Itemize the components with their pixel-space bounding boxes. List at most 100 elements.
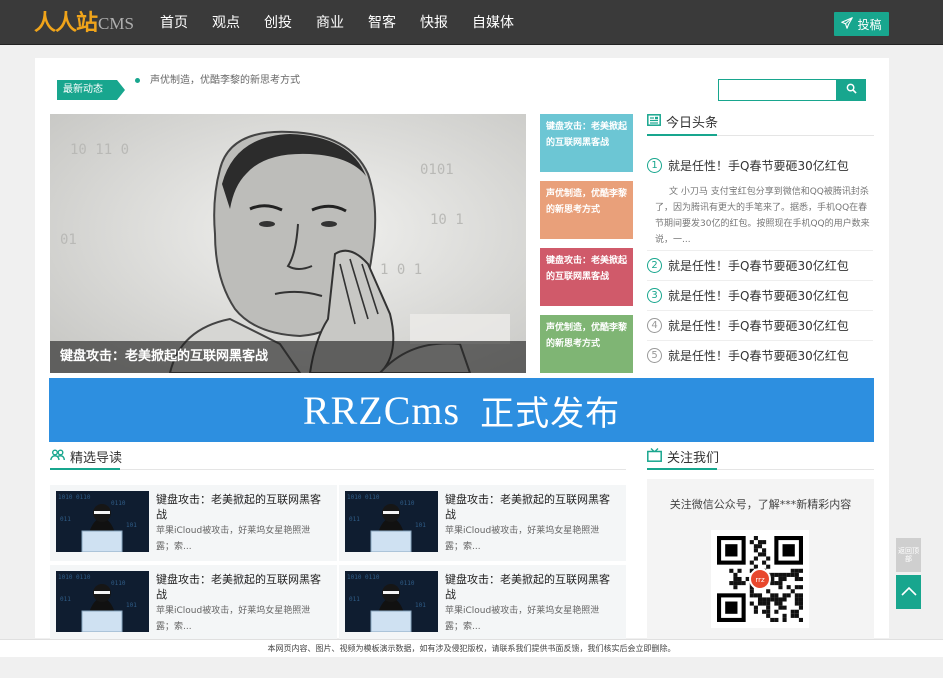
users-icon [50,449,65,465]
card-desc: 苹果iCloud被攻击，好莱坞女星艳照泄露；索... [445,526,600,552]
svg-text:101: 101 [415,602,426,609]
headline-item[interactable]: 1 就是任性！手Q春节要砸30亿红包 [647,151,873,180]
logo-text-cn: 人人站 [34,10,98,36]
hacker-thumbnail: 1010 0110 0110 011 101 [56,571,149,632]
svg-text:1010 0110: 1010 0110 [347,574,380,581]
card-desc: 苹果iCloud被攻击，好莱坞女星艳照泄露；索... [156,606,311,632]
chevron-up-icon [900,585,917,599]
card-title: 键盘攻击：老美掀起的互联网黑客战 [445,573,610,601]
qr-logo-text: rrz [755,576,765,584]
hacker-thumbnail: 1010 0110 0110 011 101 [56,491,149,552]
svg-text:011: 011 [349,596,360,603]
section-underline [647,134,717,136]
svg-text:0110: 0110 [400,580,415,587]
svg-text:1 0 1: 1 0 1 [380,262,422,278]
main-nav: 首页 观点 创投 商业 智客 快报 自媒体 [148,0,526,45]
svg-text:011: 011 [60,516,71,523]
headlines-title: 今日头条 [666,116,719,131]
nav-item-zhike[interactable]: 智客 [356,0,408,45]
bullet-icon [135,77,140,83]
submit-post-label: 投稿 [857,17,882,32]
svg-text:101: 101 [126,522,137,529]
hacker-thumbnail: 1010 0110 0110 011 101 [345,491,438,552]
rank-badge: 4 [647,318,662,333]
headline-summary: 文 小刀马 支付宝红包分享到微信和QQ被腾讯封杀了，因为腾讯有更大的手笔来了。据… [655,187,870,245]
headline-text: 就是任性！手Q春节要砸30亿红包 [668,349,849,363]
promo-banner[interactable]: RRZCms 正式发布 [49,378,874,442]
card-title: 键盘攻击：老美掀起的互联网黑客战 [156,493,321,521]
featured-card[interactable]: 1010 0110 0110 011 101 键盘攻击：老美掀起的互联网黑客战 苹果i… [50,485,337,561]
search-button[interactable] [836,79,866,101]
svg-text:01: 01 [60,232,77,248]
tile-item[interactable]: 键盘攻击：老美掀起的互联网黑客战 [540,248,633,306]
search-input[interactable] [718,79,836,101]
featured-card[interactable]: 1010 0110 0110 011 101 键盘攻击：老美掀起的互联网黑客战 苹果i… [50,565,337,641]
nav-item-venture[interactable]: 创投 [252,0,304,45]
side-float-button[interactable]: 返回顶部 [896,538,921,572]
svg-text:011: 011 [349,516,360,523]
nav-item-we-media[interactable]: 自媒体 [460,0,526,45]
headline-item[interactable]: 4 就是任性！手Q春节要砸30亿红包 [647,311,873,340]
headline-text: 就是任性！手Q春节要砸30亿红包 [668,289,849,303]
follow-text: 关注微信公众号，了解***新精彩内容 [669,498,852,511]
headline-list: 1 就是任性！手Q春节要砸30亿红包 文 小刀马 支付宝红包分享到微信和QQ被腾… [647,151,873,370]
section-underline [647,468,717,470]
headline-text: 就是任性！手Q春节要砸30亿红包 [668,319,849,333]
card-desc: 苹果iCloud被攻击，好莱坞女星艳照泄露；索... [156,526,311,552]
logo-text-en: CMS [98,14,134,33]
featured-header: 精选导读 [50,447,122,466]
featured-title: 精选导读 [70,451,123,466]
section-underline [50,468,120,470]
banner-text-cn: 正式发布 [480,393,621,434]
top-navbar: 人人站 CMS 首页 观点 创投 商业 智客 快报 自媒体 投稿 [0,0,943,45]
rank-badge: 2 [647,258,662,273]
svg-text:1010 0110: 1010 0110 [58,574,91,581]
submit-post-button[interactable]: 投稿 [834,12,889,36]
hero-portrait-image: 10 11 0 0101 10 1 01 1 0 1 [50,114,526,373]
news-ticker[interactable]: 声优制造，优酷李黎的新思考方式 [135,71,435,86]
headline-item[interactable]: 5 就是任性！手Q春节要砸30亿红包 [647,341,873,370]
banner-text-en: RRZCms [302,387,461,433]
svg-text:1010 0110: 1010 0110 [347,494,380,501]
svg-text:0110: 0110 [111,580,126,587]
main-container: 最新动态 声优制造，优酷李黎的新思考方式 10 11 0 0101 10 1 01 1… [35,58,889,641]
card-desc: 苹果iCloud被攻击，好莱坞女星艳照泄露；索... [445,606,600,632]
headline-item[interactable]: 3 就是任性！手Q春节要砸30亿红包 [647,281,873,310]
headline-item[interactable]: 2 就是任性！手Q春节要砸30亿红包 [647,251,873,280]
hero-slide[interactable]: 10 11 0 0101 10 1 01 1 0 1 键盘攻击：老美掀起的互联网黑客战 [50,114,526,373]
latest-news-tag: 最新动态 [57,80,125,100]
divider [50,469,626,470]
nav-item-home[interactable]: 首页 [148,0,200,45]
rank-badge: 3 [647,288,662,303]
tile-item[interactable]: 声优制造，优酷李黎的新思考方式 [540,315,633,373]
nav-item-express[interactable]: 快报 [408,0,460,45]
headline-text: 就是任性！手Q春节要砸30亿红包 [668,159,849,173]
hacker-thumbnail: 1010 0110 0110 011 101 [345,571,438,632]
card-title: 键盘攻击：老美掀起的互联网黑客战 [445,493,610,521]
site-logo[interactable]: 人人站 CMS [34,8,134,36]
paper-plane-icon [841,16,854,32]
search-icon [846,83,857,97]
svg-text:0110: 0110 [111,500,126,507]
svg-text:101: 101 [126,602,137,609]
rank-badge: 5 [647,348,662,363]
wechat-qr-code: rrz [711,530,809,628]
svg-text:0101: 0101 [420,162,454,178]
featured-card[interactable]: 1010 0110 0110 011 101 键盘攻击：老美掀起的互联网黑客战 苹果i… [339,565,626,641]
hero-caption: 键盘攻击：老美掀起的互联网黑客战 [50,341,526,373]
back-to-top-button[interactable] [896,575,921,609]
nav-item-opinion[interactable]: 观点 [200,0,252,45]
follow-box: 关注微信公众号，了解***新精彩内容 rrz [647,479,874,639]
card-title: 键盘攻击：老美掀起的互联网黑客战 [156,573,321,601]
tv-icon [647,447,662,466]
headlines-header: 今日头条 [647,112,718,131]
headline-text: 就是任性！手Q春节要砸30亿红包 [668,259,849,273]
nav-item-business[interactable]: 商业 [304,0,356,45]
ticker-text: 声优制造，优酷李黎的新思考方式 [150,75,300,86]
tile-item[interactable]: 键盘攻击：老美掀起的互联网黑客战 [540,114,633,172]
featured-card[interactable]: 1010 0110 0110 011 101 键盘攻击：老美掀起的互联网黑客战 苹果i… [339,485,626,561]
follow-header: 关注我们 [647,447,719,466]
svg-text:10 11 0: 10 11 0 [70,142,129,158]
svg-text:10 1: 10 1 [430,212,464,228]
tile-item[interactable]: 声优制造，优酷李黎的新思考方式 [540,181,633,239]
